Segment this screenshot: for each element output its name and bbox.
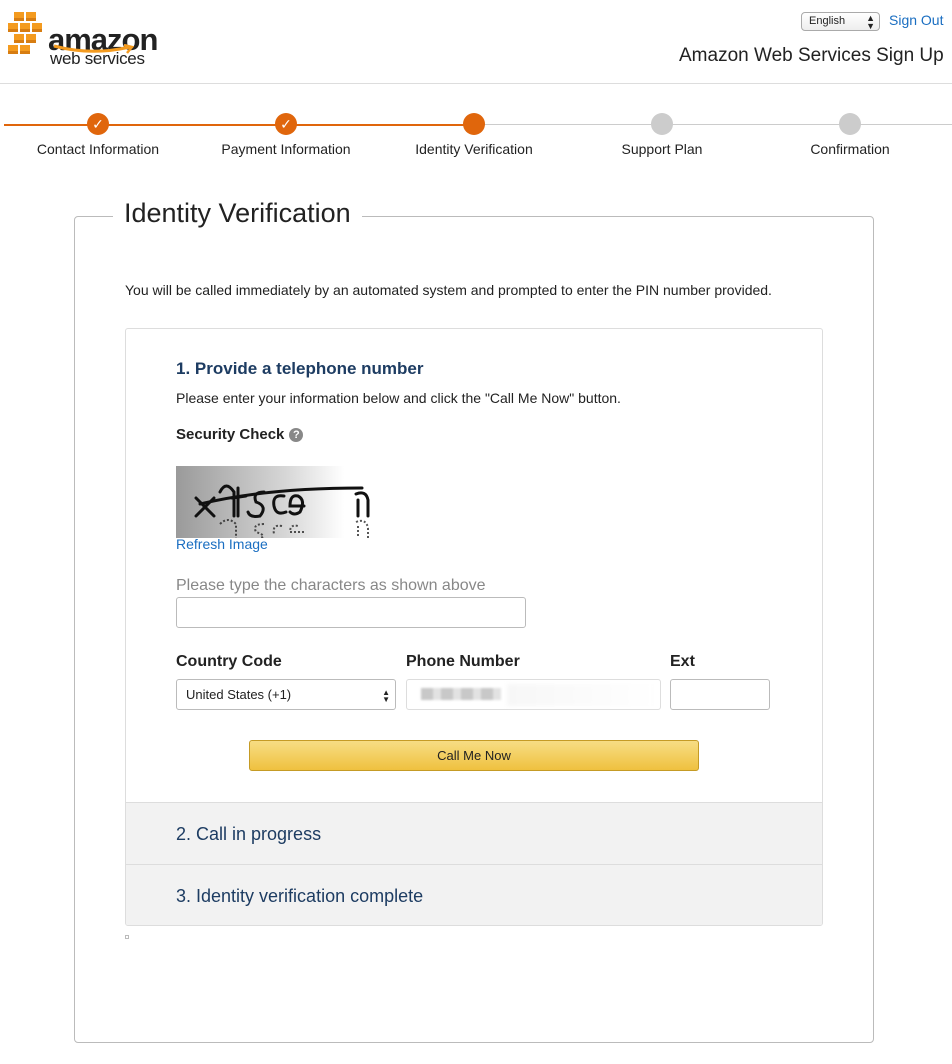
redaction-overlay	[507, 684, 657, 706]
security-check-text: Security Check	[176, 426, 285, 443]
captcha-input[interactable]	[176, 597, 526, 628]
ext-label: Ext	[670, 653, 695, 670]
ext-input[interactable]	[670, 679, 770, 710]
aws-logo[interactable]: amazon web services	[4, 10, 164, 70]
step-label: Support Plan	[621, 141, 703, 157]
country-code-value: United States (+1)	[186, 687, 292, 702]
phone-number-label: Phone Number	[406, 653, 520, 670]
intro-text: You will be called immediately by an aut…	[125, 282, 772, 298]
step-label: Payment Information	[221, 141, 351, 157]
check-icon: ✓	[275, 113, 297, 135]
pending-step-dot-icon	[651, 113, 673, 135]
security-check-label: Security Check?	[176, 426, 304, 443]
country-code-select[interactable]: United States (+1) ▲ ▼	[176, 679, 396, 710]
captcha-image	[176, 466, 374, 538]
section-1-title: 1. Provide a telephone number	[176, 359, 424, 378]
step-support-plan: Support Plan	[572, 113, 752, 157]
captcha-input-label: Please type the characters as shown abov…	[176, 577, 486, 594]
page-heading: Amazon Web Services Sign Up	[679, 45, 944, 66]
language-select[interactable]: English ▲ ▼	[801, 12, 880, 31]
sign-out-link[interactable]: Sign Out	[889, 12, 943, 28]
country-code-label: Country Code	[176, 653, 282, 670]
progress-stepper: ✓ Contact Information ✓ Payment Informat…	[0, 110, 952, 170]
panel-title: Identity Verification	[113, 198, 362, 229]
step-label: Identity Verification	[415, 141, 533, 157]
language-value: English	[809, 15, 846, 27]
section-2-title: 2. Call in progress	[176, 824, 322, 844]
step-payment-information: ✓ Payment Information	[196, 113, 376, 157]
step-contact-information: ✓ Contact Information	[8, 113, 188, 157]
verification-steps-box: 1. Provide a telephone number Please ent…	[125, 328, 823, 926]
small-marker	[125, 935, 129, 939]
page-header: amazon web services English ▲ ▼ Sign Out …	[0, 0, 952, 84]
select-arrows-icon: ▲ ▼	[382, 688, 390, 704]
section-3-verification-complete: 3. Identity verification complete	[126, 864, 822, 925]
step-label: Contact Information	[36, 141, 160, 157]
phone-number-input[interactable]	[406, 679, 661, 710]
section-1-description: Please enter your information below and …	[176, 390, 621, 406]
aws-cubes-icon	[8, 12, 42, 54]
select-arrows-icon: ▲ ▼	[866, 13, 875, 31]
step-label: Confirmation	[810, 141, 890, 157]
brand-sub: web services	[50, 49, 145, 68]
pending-step-dot-icon	[839, 113, 861, 135]
section-2-call-in-progress: 2. Call in progress	[126, 802, 822, 864]
refresh-image-link[interactable]: Refresh Image	[176, 536, 268, 552]
redacted-phone-value	[421, 688, 501, 700]
current-step-dot-icon	[463, 113, 485, 135]
check-icon: ✓	[87, 113, 109, 135]
step-confirmation: Confirmation	[760, 113, 940, 157]
call-me-now-button[interactable]: Call Me Now	[249, 740, 699, 771]
help-icon[interactable]: ?	[289, 428, 304, 442]
section-3-title: 3. Identity verification complete	[176, 886, 424, 906]
step-identity-verification: Identity Verification	[384, 113, 564, 157]
